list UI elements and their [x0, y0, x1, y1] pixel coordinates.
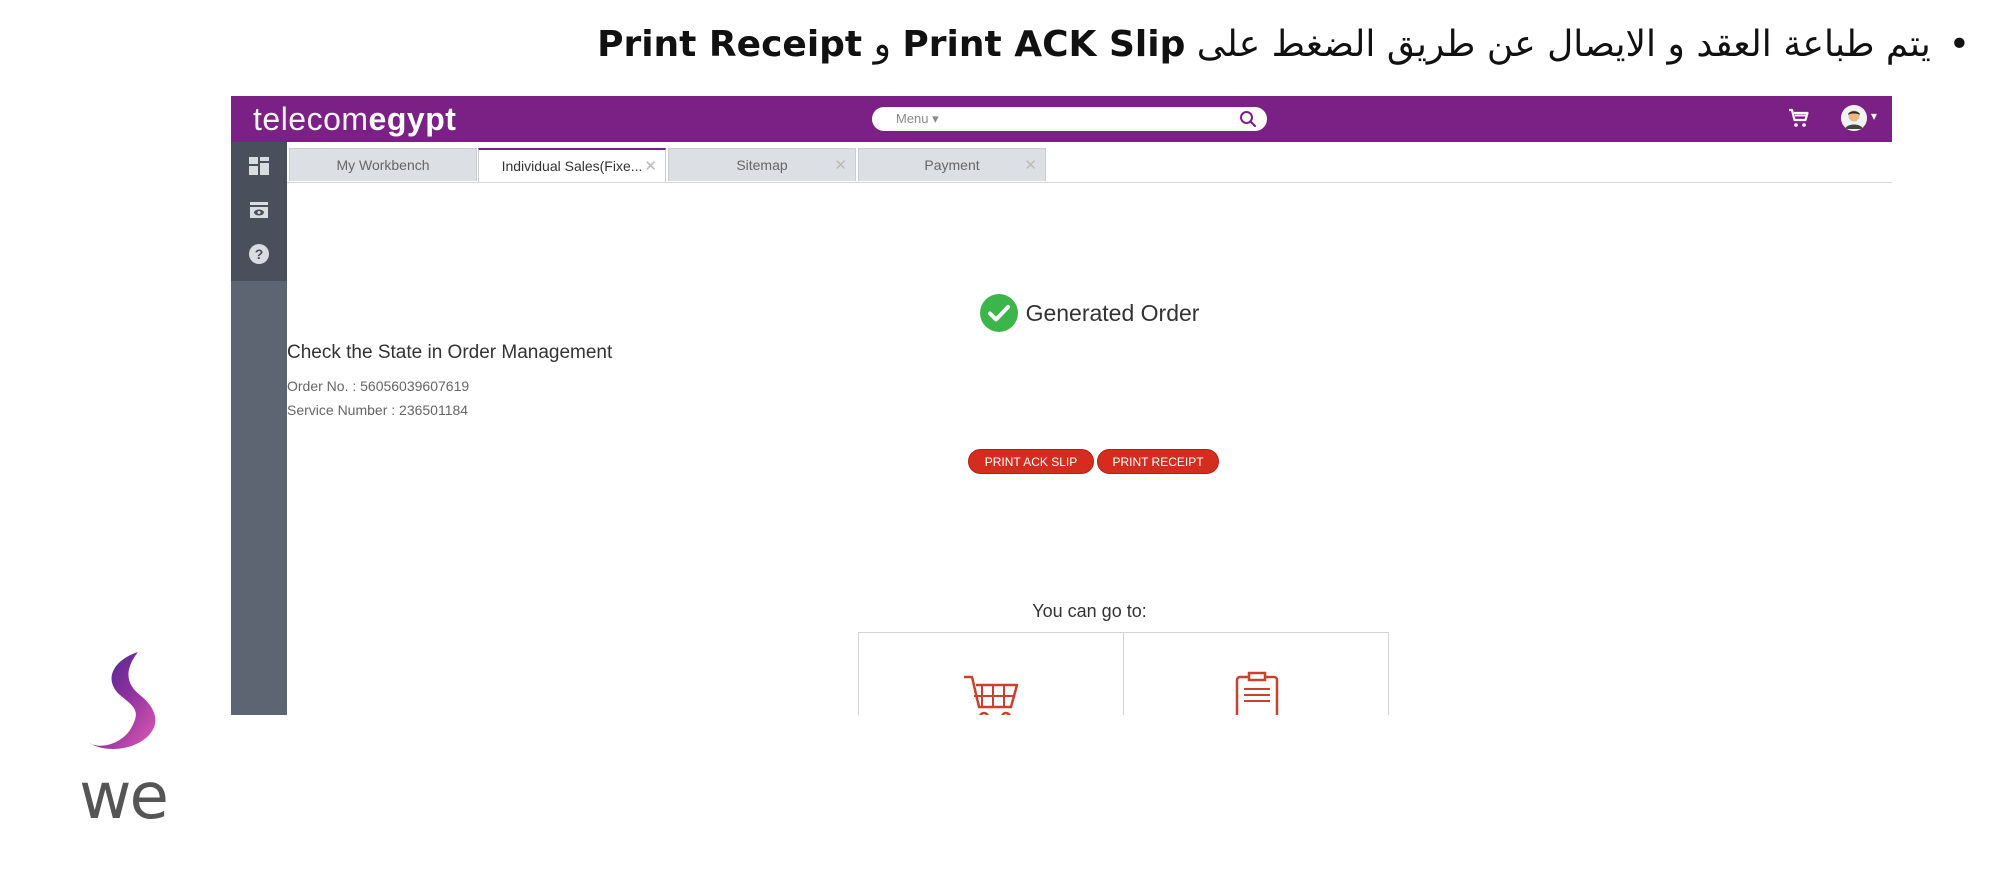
close-icon[interactable]: ✕ — [834, 149, 847, 182]
clipboard-icon — [1235, 671, 1279, 715]
close-icon[interactable]: ✕ — [644, 150, 657, 183]
preview-icon[interactable] — [247, 198, 271, 222]
check-circle-icon — [979, 294, 1018, 332]
logo-thin-text: telecom — [253, 101, 369, 137]
help-icon[interactable]: ? — [247, 242, 271, 266]
print-ack-slip-button[interactable]: PRINT ACK SLIP — [968, 449, 1094, 474]
goto-label: You can go to: — [1032, 601, 1147, 621]
tab-individual-sales[interactable]: Individual Sales(Fixe... ✕ — [478, 148, 666, 182]
generated-order-heading: Generated Order — [287, 294, 1892, 332]
order-result-panel: Generated Order Check the State in Order… — [287, 183, 1892, 715]
tab-my-workbench[interactable]: My Workbench — [289, 148, 477, 181]
caption-term-ack: Print ACK Slip — [902, 24, 1186, 65]
caption-joiner: و — [862, 24, 903, 65]
tab-label: Payment — [924, 157, 980, 173]
goto-card-shopping[interactable] — [858, 632, 1124, 715]
avatar[interactable] — [1841, 105, 1867, 131]
slide-caption: • يتم طباعة العقد و الايصال عن طريق الضغط… — [550, 20, 1970, 70]
order-number: Order No. : 56056039607619 — [287, 378, 470, 394]
tab-label: Sitemap — [736, 157, 788, 173]
tab-sitemap[interactable]: Sitemap ✕ — [668, 148, 856, 181]
telecom-egypt-logo: telecomegypt — [253, 100, 456, 138]
logo-bold-text: egypt — [368, 101, 457, 137]
app-screenshot: telecomegypt Menu ▾ ▾ ? My Workbench Ind… — [231, 96, 1892, 715]
order-state-hint: Check the State in Order Management — [287, 342, 613, 363]
tab-payment[interactable]: Payment ✕ — [858, 148, 1046, 181]
svg-text:?: ? — [255, 246, 264, 262]
menu-search-bar[interactable]: Menu ▾ — [872, 107, 1267, 131]
menu-dropdown[interactable]: Menu ▾ — [896, 107, 939, 131]
tab-label: Individual Sales(Fixe... — [501, 158, 643, 174]
print-receipt-button[interactable]: PRINT RECEIPT — [1097, 449, 1219, 474]
caption-prefix: يتم طباعة العقد و الايصال عن طريق الضغط … — [1185, 24, 1931, 65]
user-avatar-icon — [1841, 105, 1867, 131]
left-sidebar: ? — [231, 142, 287, 715]
shopping-cart-icon — [964, 675, 1019, 715]
caption-term-receipt: Print Receipt — [597, 24, 863, 65]
chevron-down-icon[interactable]: ▾ — [1871, 109, 1877, 123]
workbench-icon[interactable] — [247, 154, 271, 178]
we-logo-text: we — [79, 760, 169, 834]
close-icon[interactable]: ✕ — [1024, 149, 1037, 182]
bullet: • — [1948, 24, 1970, 65]
tab-bar: My Workbench Individual Sales(Fixe... ✕ … — [287, 142, 1892, 183]
tab-label: My Workbench — [336, 157, 430, 173]
cart-icon[interactable] — [1787, 106, 1811, 130]
generated-order-title: Generated Order — [1025, 299, 1200, 326]
top-bar: telecomegypt Menu ▾ ▾ — [231, 96, 1892, 142]
goto-card-orders[interactable] — [1123, 632, 1389, 715]
search-icon[interactable] — [1239, 110, 1257, 128]
service-number: Service Number : 236501184 — [287, 402, 469, 418]
